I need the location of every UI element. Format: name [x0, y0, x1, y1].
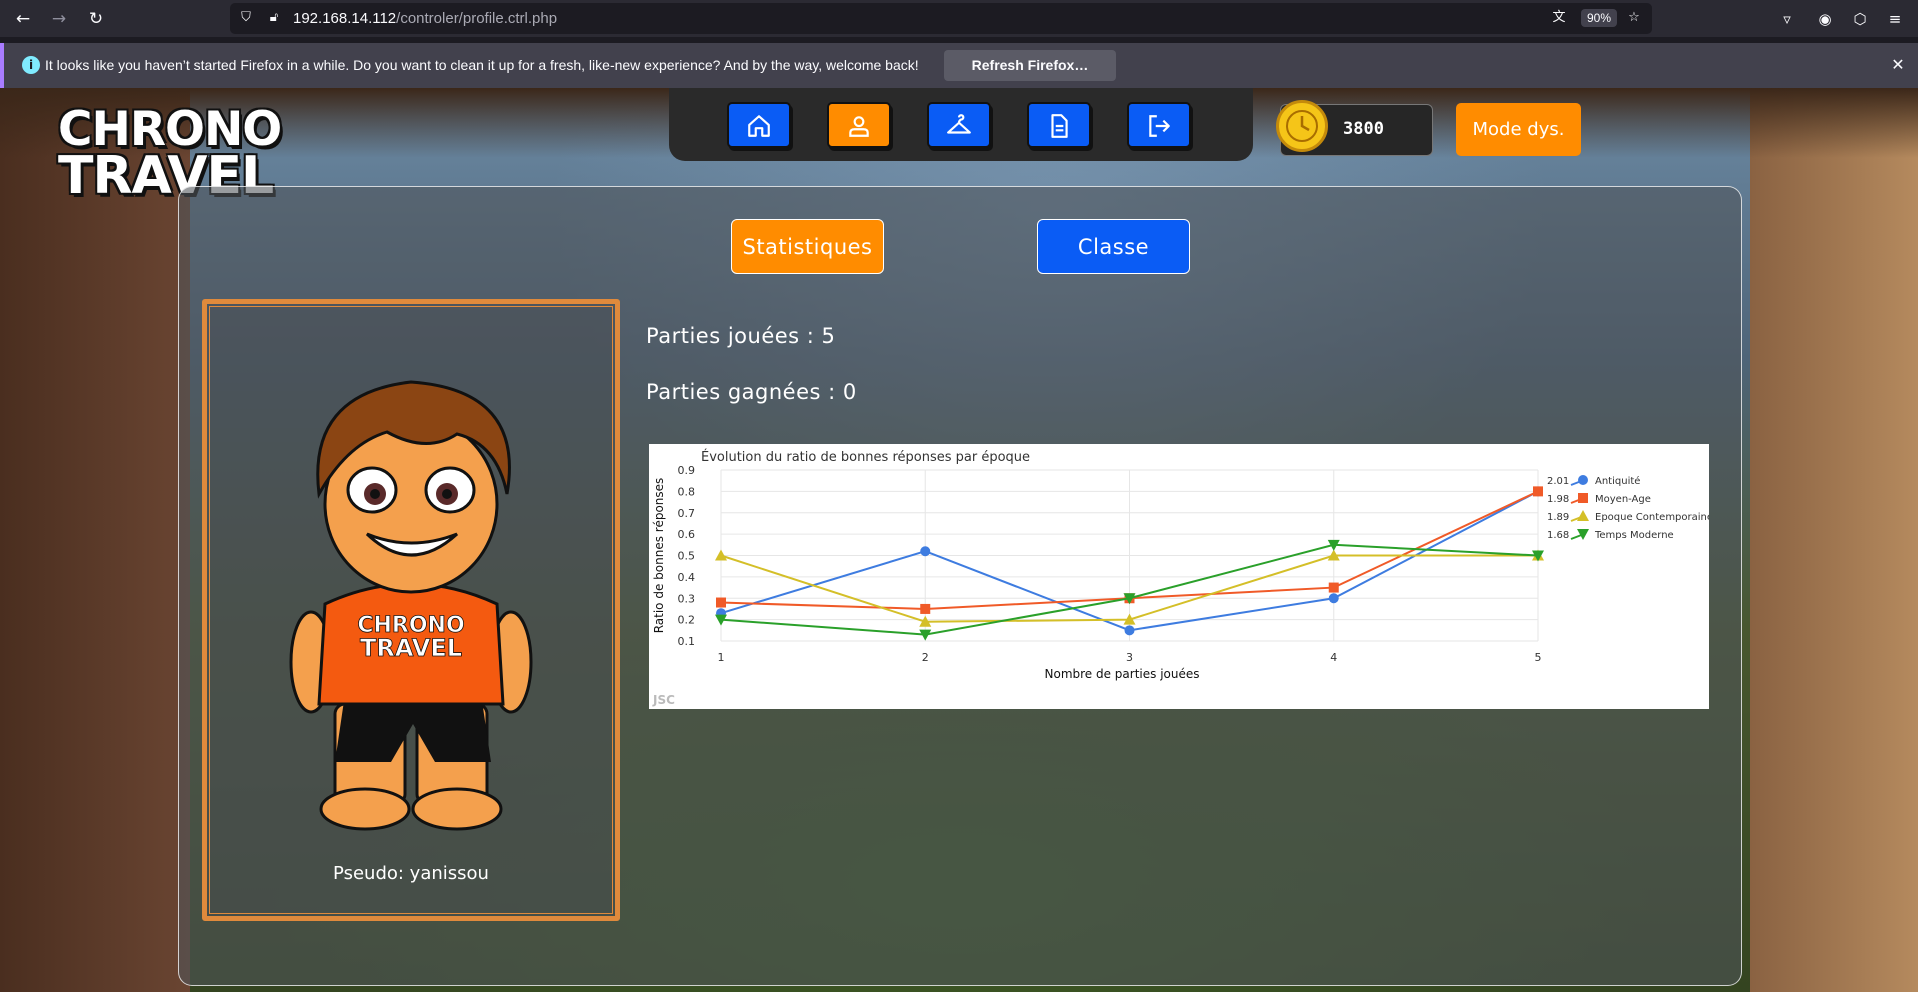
- x-tick-label: 1: [718, 651, 725, 664]
- legend-label: Moyen-Age: [1595, 494, 1651, 505]
- dyslexia-mode-button[interactable]: Mode dys.: [1456, 103, 1581, 156]
- y-tick-label: 0.4: [678, 571, 696, 584]
- ratio-chart: 0.1 0.2 0.3 0.4 0.5 0.6 0.7 0.8 0.9 1 2 3 4 5 Évolutio…: [649, 444, 1713, 709]
- top-navigation: [669, 88, 1253, 161]
- y-axis-label: Ratio de bonnes réponses: [652, 478, 666, 634]
- chart-svg: 0.1 0.2 0.3 0.4 0.5 0.6 0.7 0.8 0.9 1 2 3 4 5 Évolutio…: [652, 449, 1713, 707]
- clock-coin-icon: [1276, 100, 1328, 152]
- data-point: [920, 603, 931, 614]
- avatar-frame: CHRONO TRAVEL Pseudo: yanissou: [202, 299, 620, 921]
- shirt-logo-line-2: TRAVEL: [360, 634, 462, 662]
- y-tick-label: 0.1: [678, 635, 696, 648]
- zoom-badge[interactable]: 90%: [1581, 9, 1618, 27]
- pseudo-label: Pseudo: yanissou: [333, 863, 489, 884]
- data-point: [1533, 486, 1543, 497]
- watermark: JSC: [652, 693, 675, 707]
- tab-classe[interactable]: Classe: [1037, 219, 1190, 274]
- y-tick-label: 0.3: [678, 592, 696, 605]
- background-wall-right: [1750, 88, 1918, 992]
- games-played: Parties jouées : 5: [646, 324, 836, 348]
- tab-statistiques[interactable]: Statistiques: [731, 219, 884, 274]
- x-tick-label: 5: [1535, 651, 1542, 664]
- logout-button[interactable]: [1127, 102, 1191, 148]
- legend-label: Temps Moderne: [1594, 530, 1674, 541]
- reload-icon[interactable]: ↻: [85, 8, 107, 30]
- home-button[interactable]: [727, 102, 791, 148]
- chart-title: Évolution du ratio de bonnes réponses pa…: [701, 449, 1030, 465]
- refresh-firefox-button[interactable]: Refresh Firefox…: [944, 50, 1116, 81]
- url-text[interactable]: 192.168.14.112/controler/profile.ctrl.ph…: [293, 10, 557, 27]
- shield-icon[interactable]: ⛉: [238, 10, 254, 26]
- wardrobe-button[interactable]: [927, 102, 991, 148]
- bookmark-star-icon[interactable]: ☆: [1626, 10, 1642, 26]
- document-icon: [1051, 114, 1068, 138]
- url-bar[interactable]: ⛉ 🔓︎ 192.168.14.112/controler/profile.ct…: [230, 3, 1652, 34]
- games-won: Parties gagnées : 0: [646, 380, 857, 404]
- profile-card: Statistiques Classe CHRONO TRAVEL Pseudo…: [178, 186, 1742, 986]
- close-icon[interactable]: ✕: [1886, 53, 1910, 77]
- background-wall-left: [0, 88, 190, 992]
- y-tick-label: 0.9: [678, 464, 696, 477]
- forward-icon[interactable]: →: [48, 8, 70, 30]
- data-point: [1328, 593, 1339, 604]
- y-tick-label: 0.8: [678, 485, 696, 498]
- x-tick-label: 4: [1330, 651, 1337, 664]
- legend-label: Antiquité: [1595, 475, 1640, 487]
- legend-value: 1.89: [1547, 512, 1569, 523]
- logout-icon: [1149, 115, 1170, 137]
- account-icon[interactable]: ◉: [1814, 8, 1836, 30]
- profile-button[interactable]: [827, 102, 891, 148]
- legend-marker: [1577, 529, 1589, 540]
- back-icon[interactable]: ←: [12, 8, 34, 30]
- data-point: [716, 597, 726, 608]
- y-tick-label: 0.6: [678, 528, 696, 541]
- data-point: [1124, 625, 1135, 636]
- x-tick-label: 2: [922, 651, 929, 664]
- avatar-illustration: CHRONO TRAVEL: [289, 380, 533, 831]
- shirt-logo-line-1: CHRONO: [357, 613, 464, 638]
- x-axis-label: Nombre de parties jouées: [1045, 667, 1200, 681]
- legend-value: 1.68: [1547, 530, 1569, 541]
- legend-value: 2.01: [1547, 476, 1569, 487]
- legend-value: 1.98: [1547, 494, 1569, 505]
- legend-marker: [1578, 475, 1588, 485]
- y-tick-label: 0.2: [678, 614, 696, 627]
- page: CHRONO TRAVEL 3800 Mode dys. Statistique…: [0, 88, 1918, 992]
- y-tick-label: 0.5: [678, 550, 696, 563]
- extensions-icon[interactable]: ⬡: [1849, 8, 1871, 30]
- user-icon: [849, 116, 869, 137]
- hanger-icon: [947, 114, 971, 134]
- y-tick-label: 0.7: [678, 507, 696, 520]
- pocket-icon[interactable]: ▿: [1776, 8, 1798, 30]
- info-icon: i: [22, 56, 40, 74]
- documents-button[interactable]: [1027, 102, 1091, 148]
- legend-marker: [1578, 493, 1588, 503]
- home-icon: [748, 115, 770, 137]
- notification-bar: i It looks like you haven’t started Fire…: [0, 43, 1918, 88]
- browser-toolbar: ← → ↻ ⛉ 🔓︎ 192.168.14.112/controler/prof…: [0, 0, 1918, 37]
- insecure-lock-icon[interactable]: 🔓︎: [266, 10, 282, 26]
- legend-marker: [1577, 510, 1589, 521]
- translate-icon[interactable]: 文: [1551, 10, 1567, 26]
- legend-label: Epoque Contemporaine: [1595, 512, 1709, 523]
- data-point: [920, 546, 931, 557]
- notification-text: It looks like you haven’t started Firefo…: [45, 57, 919, 73]
- data-point: [1328, 582, 1339, 593]
- x-tick-label: 3: [1126, 651, 1133, 664]
- menu-icon[interactable]: ≡: [1884, 8, 1906, 30]
- coin-amount: 3800: [1343, 119, 1384, 139]
